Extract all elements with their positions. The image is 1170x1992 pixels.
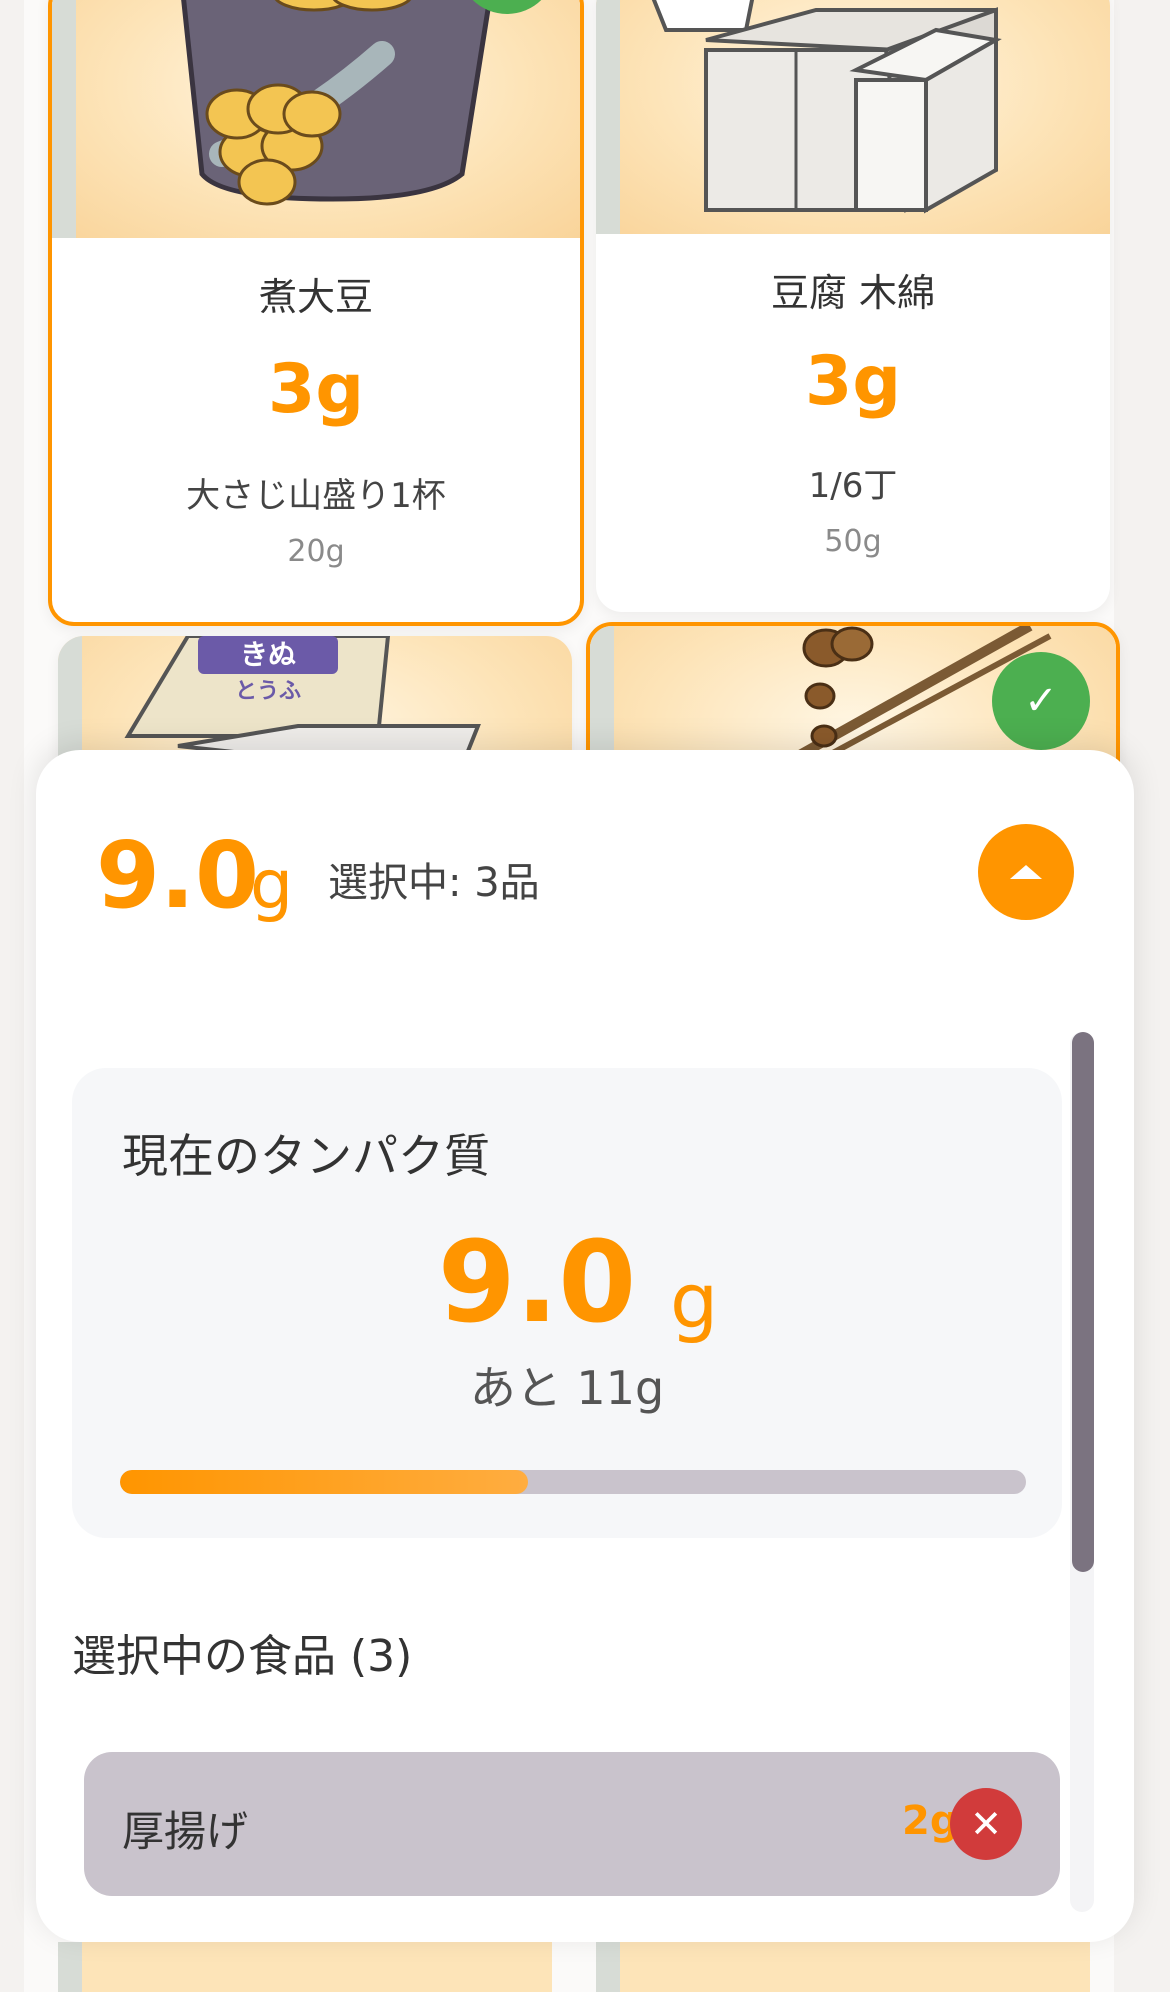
selected-food-name: 厚揚げ <box>122 1807 249 1856</box>
package-sublabel: とうふ <box>235 679 301 704</box>
sheet-total-unit: g <box>250 846 294 925</box>
food-image <box>52 0 580 238</box>
check-icon: ✓ <box>992 652 1090 750</box>
selected-foods-title: 選択中の食品 (3) <box>72 1631 413 1682</box>
protein-progress-bar <box>120 1470 1026 1494</box>
sheet-toggle-button[interactable] <box>978 824 1074 920</box>
food-protein-value: 3g <box>805 342 901 421</box>
food-card-peek <box>596 1942 1090 1992</box>
protein-summary-sheet: 9.0 g 選択中: 3品 現在のタンパク質 9.0 g あと 11g 選択中の… <box>36 750 1134 1942</box>
remove-item-button[interactable]: ✕ <box>950 1788 1022 1860</box>
current-protein-value: 9.0 <box>437 1218 637 1348</box>
close-icon: ✕ <box>970 1802 1002 1846</box>
selected-count: 選択中: 3品 <box>328 860 540 906</box>
current-protein-unit: g <box>670 1256 719 1345</box>
food-name: 煮大豆 <box>258 275 373 319</box>
food-protein-value: 3g <box>268 350 364 429</box>
remaining-protein: あと 11g <box>469 1361 665 1415</box>
food-name: 豆腐 木綿 <box>770 271 936 315</box>
current-protein-panel: 現在のタンパク質 9.0 g あと 11g <box>72 1068 1062 1538</box>
package-label: きぬ <box>240 638 296 671</box>
food-weight: 50g <box>824 524 882 559</box>
food-portion: 大さじ山盛り1杯 <box>186 476 446 516</box>
food-card-boiled-soybeans[interactable]: 煮大豆 3g 大さじ山盛り1杯 20g <box>48 0 584 626</box>
panel-title: 現在のタンパク質 <box>122 1129 490 1183</box>
chevron-up-icon <box>1010 865 1042 879</box>
soybean-cup-illustration <box>181 0 493 206</box>
food-card-firm-tofu[interactable]: 豆腐 木綿 3g 1/6丁 50g <box>596 0 1110 612</box>
protein-progress-fill <box>120 1470 528 1494</box>
food-portion: 1/6丁 <box>808 466 898 506</box>
selected-food-item[interactable]: 厚揚げ 2g ✕ <box>84 1752 1060 1896</box>
sheet-total-value: 9.0 <box>96 822 259 929</box>
food-image <box>596 0 1110 234</box>
tofu-illustration <box>651 0 1002 214</box>
page: 煮大豆 3g 大さじ山盛り1杯 20g ✓ 豆腐 木綿 3g 1/6丁 50g <box>0 0 1170 1992</box>
scrollbar-thumb[interactable] <box>1072 1032 1094 1572</box>
food-card-peek <box>58 1942 552 1992</box>
food-weight: 20g <box>287 534 345 569</box>
